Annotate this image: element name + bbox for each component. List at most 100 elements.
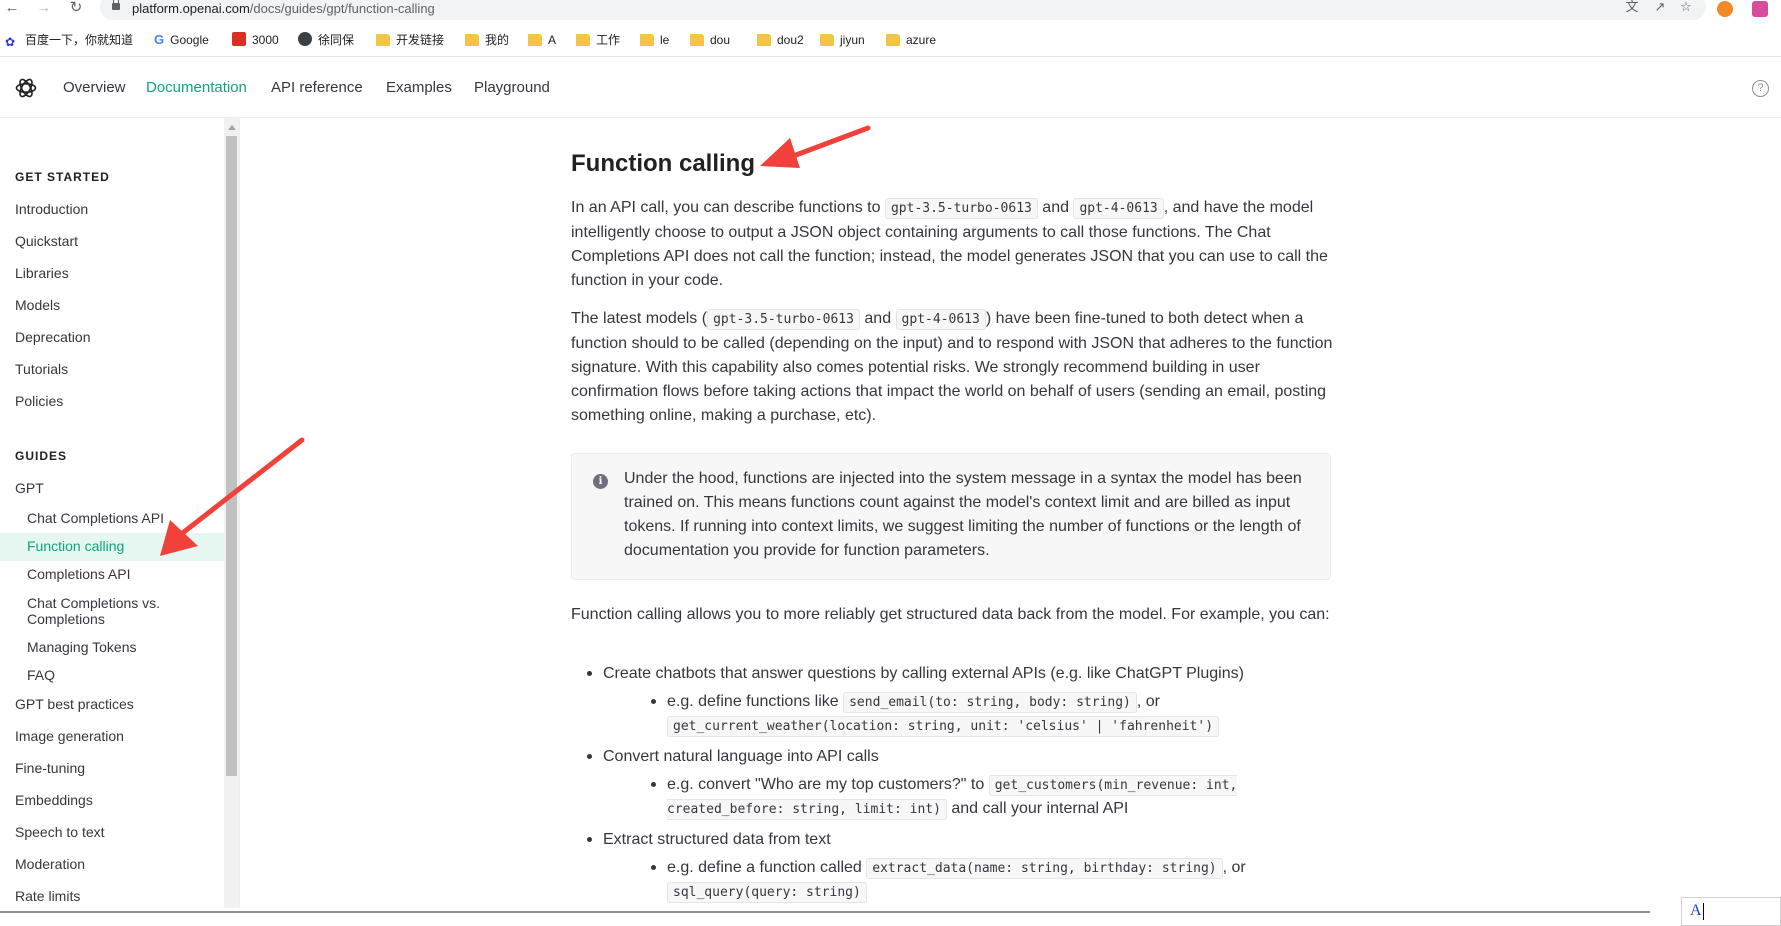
- sidebar-item-embeddings[interactable]: Embeddings: [15, 792, 93, 808]
- translate-icon[interactable]: 文: [1624, 0, 1640, 15]
- info-icon: i: [593, 474, 608, 489]
- inline-code: get_current_weather(location: string, un…: [667, 716, 1220, 737]
- sidebar-item-rate-limits[interactable]: Rate limits: [15, 888, 80, 904]
- sidebar-item-faq[interactable]: FAQ: [27, 667, 207, 683]
- sidebar-item-models[interactable]: Models: [15, 297, 60, 313]
- models-paragraph: The latest models (gpt-3.5-turbo-0613 an…: [571, 309, 1333, 424]
- intro-paragraph: In an API call, you can describe functio…: [571, 198, 1328, 289]
- sidebar-item-libraries[interactable]: Libraries: [15, 265, 69, 281]
- sidebar-item-chat-completions-vs-completions[interactable]: Chat Completions vs. Completions: [27, 595, 207, 627]
- bookmark-folder[interactable]: A: [528, 31, 556, 49]
- site-header: Overview Documentation API reference Exa…: [0, 57, 1781, 118]
- sub-list-item: e.g. convert "Who are my top customers?"…: [603, 773, 1333, 821]
- bookmark-item[interactable]: ✿ 百度一下，你就知道: [5, 31, 133, 49]
- inline-code: send_email(to: string, body: string): [843, 692, 1137, 713]
- docs-sidebar: GET STARTED Introduction Quickstart Libr…: [0, 118, 240, 908]
- folder-icon: [465, 34, 479, 46]
- bookmark-folder[interactable]: le: [640, 31, 669, 49]
- bookmark-folder[interactable]: dou: [690, 31, 730, 49]
- bookmark-folder[interactable]: jiyun: [820, 31, 865, 49]
- sidebar-item-deprecation[interactable]: Deprecation: [15, 329, 91, 345]
- nav-overview[interactable]: Overview: [63, 79, 126, 96]
- browser-toolbar: ← → ↻ platform.openai.com/docs/guides/gp…: [0, 0, 1781, 20]
- help-icon[interactable]: ?: [1752, 80, 1769, 97]
- sidebar-item-managing-tokens[interactable]: Managing Tokens: [27, 639, 207, 655]
- bookmark-folder[interactable]: dou2: [757, 31, 804, 49]
- inline-code: gpt-3.5-turbo-0613: [884, 198, 1038, 219]
- openai-logo-icon[interactable]: [14, 76, 38, 100]
- url-text: platform.openai.com/docs/guides/gpt/func…: [132, 1, 435, 16]
- folder-icon: [757, 34, 771, 46]
- sidebar-item-introduction[interactable]: Introduction: [15, 201, 88, 217]
- sidebar-item-gpt-best-practices[interactable]: GPT best practices: [15, 696, 134, 712]
- nav-examples[interactable]: Examples: [386, 79, 452, 96]
- scroll-up-arrow-icon[interactable]: [228, 125, 236, 130]
- page-title: Function calling: [571, 150, 755, 177]
- bookmarks-bar: ✿ 百度一下，你就知道 G Google 3000 徐同保 开发链接 我的 A 工作…: [0, 28, 1781, 52]
- google-icon: G: [154, 32, 165, 47]
- lock-icon: [112, 0, 120, 10]
- extension-icon[interactable]: [1717, 1, 1733, 17]
- globe-icon: [298, 32, 312, 46]
- bookmark-star-icon[interactable]: ☆: [1678, 0, 1694, 15]
- nav-documentation[interactable]: Documentation: [146, 79, 247, 96]
- reload-icon[interactable]: ↻: [66, 0, 86, 18]
- inline-code: extract_data(name: string, birthday: str…: [866, 858, 1223, 879]
- ime-mode-text: A: [1690, 902, 1702, 919]
- sidebar-scroll-thumb[interactable]: [226, 136, 237, 776]
- folder-icon: [528, 34, 542, 46]
- inline-code: gpt-3.5-turbo-0613: [707, 309, 860, 330]
- folder-icon: [690, 34, 704, 46]
- inline-code: gpt-4-0613: [1073, 198, 1164, 219]
- folder-icon: [640, 34, 654, 46]
- profile-icon[interactable]: [1752, 1, 1768, 17]
- info-callout: i Under the hood, functions are injected…: [571, 453, 1331, 580]
- sidebar-item-quickstart[interactable]: Quickstart: [15, 233, 78, 249]
- forward-icon[interactable]: →: [34, 0, 54, 18]
- sidebar-heading-guides: GUIDES: [15, 449, 68, 463]
- baidu-icon: ✿: [5, 35, 16, 49]
- text-caret: [1703, 903, 1704, 920]
- bookmark-folder[interactable]: 开发链接: [376, 31, 444, 49]
- sidebar-item-policies[interactable]: Policies: [15, 393, 63, 409]
- bookmark-folder[interactable]: azure: [886, 31, 936, 49]
- use-case-list: Create chatbots that answer questions by…: [571, 662, 1333, 911]
- list-item: Extract structured data from text e.g. d…: [571, 828, 1333, 904]
- bookmark-folder[interactable]: 我的: [465, 31, 509, 49]
- bookmark-item[interactable]: 徐同保: [298, 31, 354, 49]
- address-bar[interactable]: platform.openai.com/docs/guides/gpt/func…: [100, 0, 1706, 20]
- sidebar-item-chat-completions-api[interactable]: Chat Completions API: [27, 510, 207, 526]
- bookmark-folder[interactable]: 工作: [576, 31, 620, 49]
- usage-paragraph: Function calling allows you to more reli…: [571, 606, 1330, 623]
- sidebar-item-function-calling[interactable]: Function calling: [27, 538, 207, 554]
- sidebar-item-gpt[interactable]: GPT: [15, 480, 44, 496]
- list-item: Create chatbots that answer questions by…: [571, 662, 1333, 738]
- nav-playground[interactable]: Playground: [474, 79, 550, 96]
- sidebar-item-speech-to-text[interactable]: Speech to text: [15, 824, 105, 840]
- sidebar-item-fine-tuning[interactable]: Fine-tuning: [15, 760, 85, 776]
- bottom-strip: [0, 913, 1781, 926]
- inline-code: gpt-4-0613: [895, 309, 986, 330]
- sidebar-item-image-generation[interactable]: Image generation: [15, 728, 124, 744]
- bookmark-item[interactable]: G Google: [154, 31, 209, 49]
- annotation-arrow-title: [760, 125, 871, 168]
- folder-icon: [886, 34, 900, 46]
- bookmark-item[interactable]: 3000: [232, 31, 279, 49]
- folder-icon: [576, 34, 590, 46]
- ime-indicator[interactable]: A: [1681, 897, 1781, 926]
- sub-list-item: e.g. define functions like send_email(to…: [603, 690, 1333, 738]
- red-square-icon: [232, 32, 246, 46]
- list-item: Convert natural language into API calls …: [571, 745, 1333, 821]
- inline-code: sql_query(query: string): [667, 882, 867, 903]
- folder-icon: [376, 34, 390, 46]
- sidebar-item-tutorials[interactable]: Tutorials: [15, 361, 68, 377]
- folder-icon: [820, 34, 834, 46]
- callout-text: Under the hood, functions are injected i…: [624, 470, 1302, 559]
- nav-api-reference[interactable]: API reference: [271, 79, 363, 96]
- back-icon[interactable]: ←: [2, 0, 22, 18]
- sidebar-item-moderation[interactable]: Moderation: [15, 856, 85, 872]
- share-icon[interactable]: ↗: [1652, 0, 1668, 15]
- sidebar-item-completions-api[interactable]: Completions API: [27, 566, 207, 582]
- sub-list-item: e.g. define a function called extract_da…: [603, 856, 1333, 904]
- sidebar-heading-get-started: GET STARTED: [15, 170, 110, 184]
